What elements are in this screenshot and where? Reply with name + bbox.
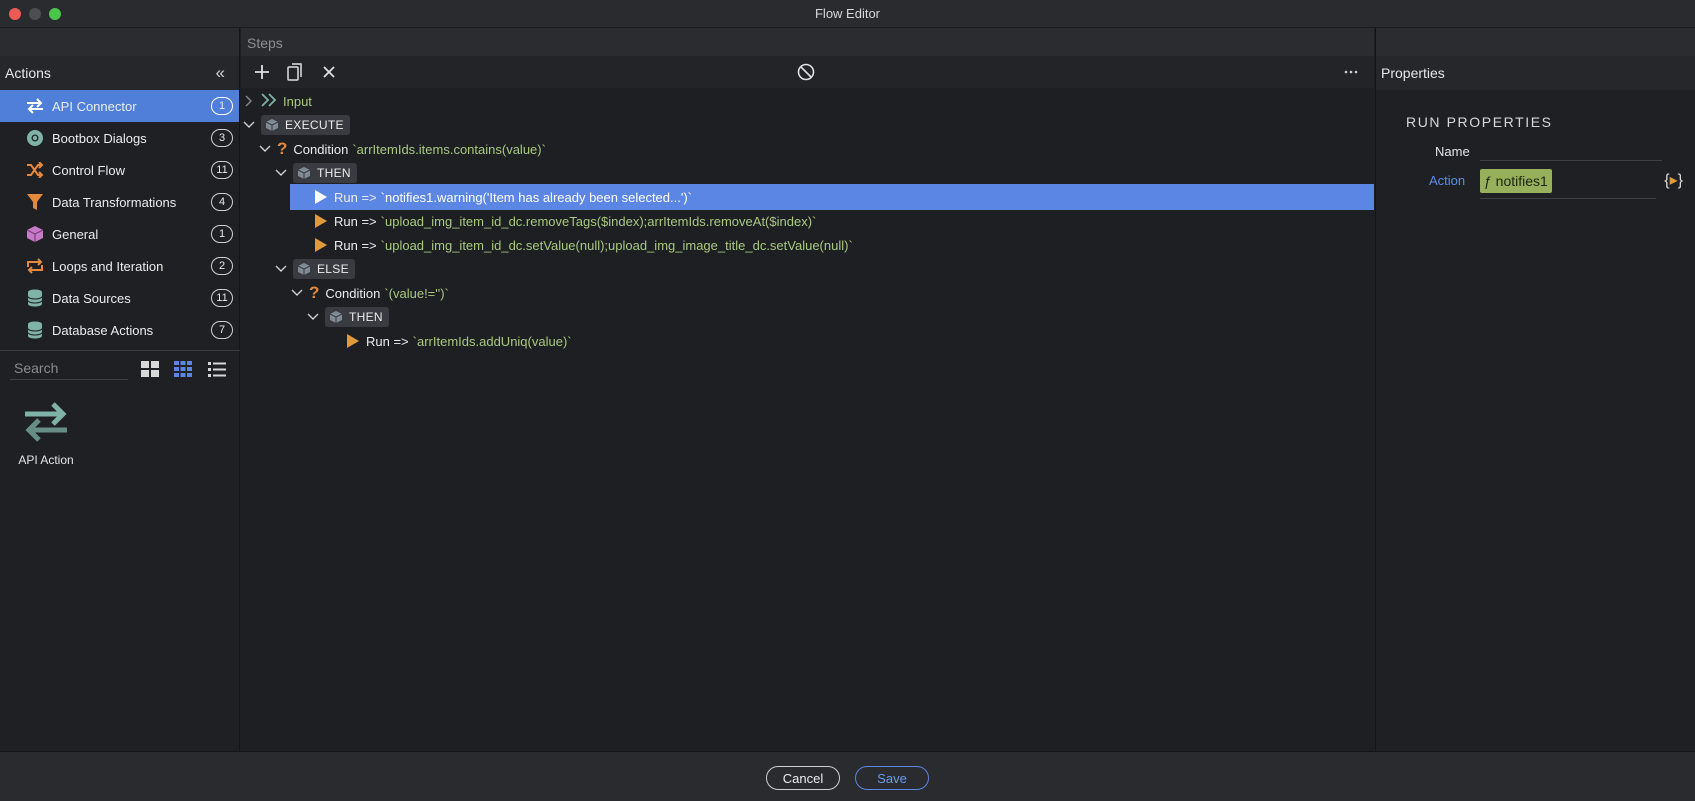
actions-title: Actions (5, 65, 51, 81)
chevron-down-icon[interactable] (273, 265, 289, 273)
chevron-down-icon[interactable] (257, 145, 273, 153)
category-control-flow[interactable]: Control Flow 11 (0, 154, 239, 186)
run-icon (314, 237, 328, 253)
funnel-icon (24, 192, 46, 212)
actions-header: Actions « (0, 56, 239, 90)
action-tile-api-action[interactable]: API Action (10, 400, 82, 472)
steps-title: Steps (247, 35, 283, 51)
properties-header: Properties (1376, 56, 1695, 90)
tree-row-then[interactable]: THEN (305, 304, 389, 330)
delete-step-icon[interactable] (318, 62, 340, 82)
chevron-down-icon[interactable] (289, 289, 305, 297)
cube-icon (329, 311, 343, 323)
category-general[interactable]: General 1 (0, 218, 239, 250)
run-icon (314, 213, 328, 229)
category-loops-and-iteration[interactable]: Loops and Iteration 2 (0, 250, 239, 282)
category-data-transformations[interactable]: Data Transformations 4 (0, 186, 239, 218)
block-tag: ELSE (293, 259, 355, 279)
tree-row-then[interactable]: THEN (273, 160, 357, 186)
category-count: 4 (211, 193, 233, 211)
cancel-button[interactable]: Cancel (766, 766, 840, 790)
action-value-chip[interactable]: ƒ notifies1 (1480, 169, 1552, 193)
action-label[interactable]: Action (1429, 173, 1465, 188)
database-icon (24, 288, 46, 308)
action-tile-label: API Action (18, 453, 74, 467)
actions-panel: Actions « API Connector 1 Bootbox Dialog… (0, 28, 240, 751)
cube-icon (297, 167, 311, 179)
tree-row-condition[interactable]: ? Condition `arrItemIds.items.contains(v… (257, 136, 546, 162)
dialog-footer: Cancel Save (0, 751, 1695, 801)
chevron-down-icon[interactable] (273, 169, 289, 177)
block-tag: THEN (293, 163, 357, 183)
name-label: Name (1435, 144, 1470, 159)
cube-icon (265, 119, 279, 131)
action-search-input[interactable] (10, 356, 128, 380)
tree-row-run-selected[interactable]: Run => `notifies1.warning('Item has alre… (290, 184, 1374, 210)
chevron-down-icon[interactable] (305, 313, 321, 321)
duplicate-step-icon[interactable] (284, 62, 306, 82)
list-view-icon[interactable] (207, 360, 227, 378)
run-icon (314, 189, 328, 205)
category-count: 2 (211, 257, 233, 275)
properties-title: Properties (1381, 65, 1445, 81)
category-database-actions[interactable]: Database Actions 7 (0, 314, 239, 346)
action-search-row (0, 354, 240, 384)
title-bar: Flow Editor (0, 0, 1695, 28)
question-icon: ? (277, 139, 288, 158)
database-icon (24, 320, 46, 340)
chevron-right-icon[interactable] (241, 95, 257, 107)
tree-row-input[interactable]: Input (241, 88, 312, 114)
block-tag: THEN (325, 307, 389, 327)
question-icon: ? (309, 283, 320, 302)
tree-row-condition[interactable]: ? Condition `(value!='')` (289, 280, 449, 306)
steps-header: Steps (241, 28, 1374, 56)
block-tag: EXECUTE (261, 115, 350, 135)
category-bootbox-dialogs[interactable]: Bootbox Dialogs 3 (0, 122, 239, 154)
loop-icon (24, 256, 46, 276)
tree-row-execute[interactable]: EXECUTE (241, 112, 350, 138)
name-field[interactable] (1480, 160, 1662, 161)
shuffle-icon (24, 160, 46, 180)
category-count: 11 (211, 289, 233, 307)
category-list: API Connector 1 Bootbox Dialogs 3 Contro… (0, 90, 239, 346)
properties-panel: Properties RUN PROPERTIES Name Action ƒ … (1375, 28, 1695, 751)
run-icon (346, 333, 360, 349)
chevron-down-icon[interactable] (241, 121, 257, 129)
category-count: 7 (211, 321, 233, 339)
arrows-swap-icon (24, 96, 46, 116)
category-data-sources[interactable]: Data Sources 11 (0, 282, 239, 314)
tree-row-run[interactable]: Run => `upload_img_item_id_dc.removeTags… (290, 208, 816, 234)
category-count: 1 (211, 225, 233, 243)
category-api-connector[interactable]: API Connector 1 (0, 90, 239, 122)
more-options-icon[interactable] (1340, 62, 1362, 82)
add-step-icon[interactable] (251, 62, 273, 82)
category-count: 11 (211, 161, 233, 179)
large-grid-view-icon[interactable] (140, 360, 160, 378)
run-properties-heading: RUN PROPERTIES (1406, 114, 1553, 130)
disable-step-icon[interactable] (795, 62, 817, 82)
steps-toolbar (241, 56, 1374, 88)
arrows-swap-icon (19, 402, 73, 447)
save-button[interactable]: Save (855, 766, 929, 790)
collapse-panel-icon[interactable]: « (216, 63, 225, 83)
chrome-icon (24, 128, 46, 148)
double-chevron-icon (261, 92, 277, 110)
steps-panel: Steps Input EXECUTE ? Condition `arrItem… (241, 28, 1374, 751)
cube-icon (24, 224, 46, 244)
category-count: 3 (211, 129, 233, 147)
tree-row-else[interactable]: ELSE (273, 256, 355, 282)
category-count: 1 (211, 97, 233, 115)
tree-row-run[interactable]: Run => `arrItemIds.addUniq(value)` (322, 328, 572, 354)
tree-row-run[interactable]: Run => `upload_img_item_id_dc.setValue(n… (290, 232, 853, 258)
window-title: Flow Editor (814, 6, 881, 21)
expression-toggle-icon[interactable]: {▸} (1664, 170, 1683, 190)
cube-icon (297, 263, 311, 275)
small-grid-view-icon[interactable] (173, 360, 193, 378)
